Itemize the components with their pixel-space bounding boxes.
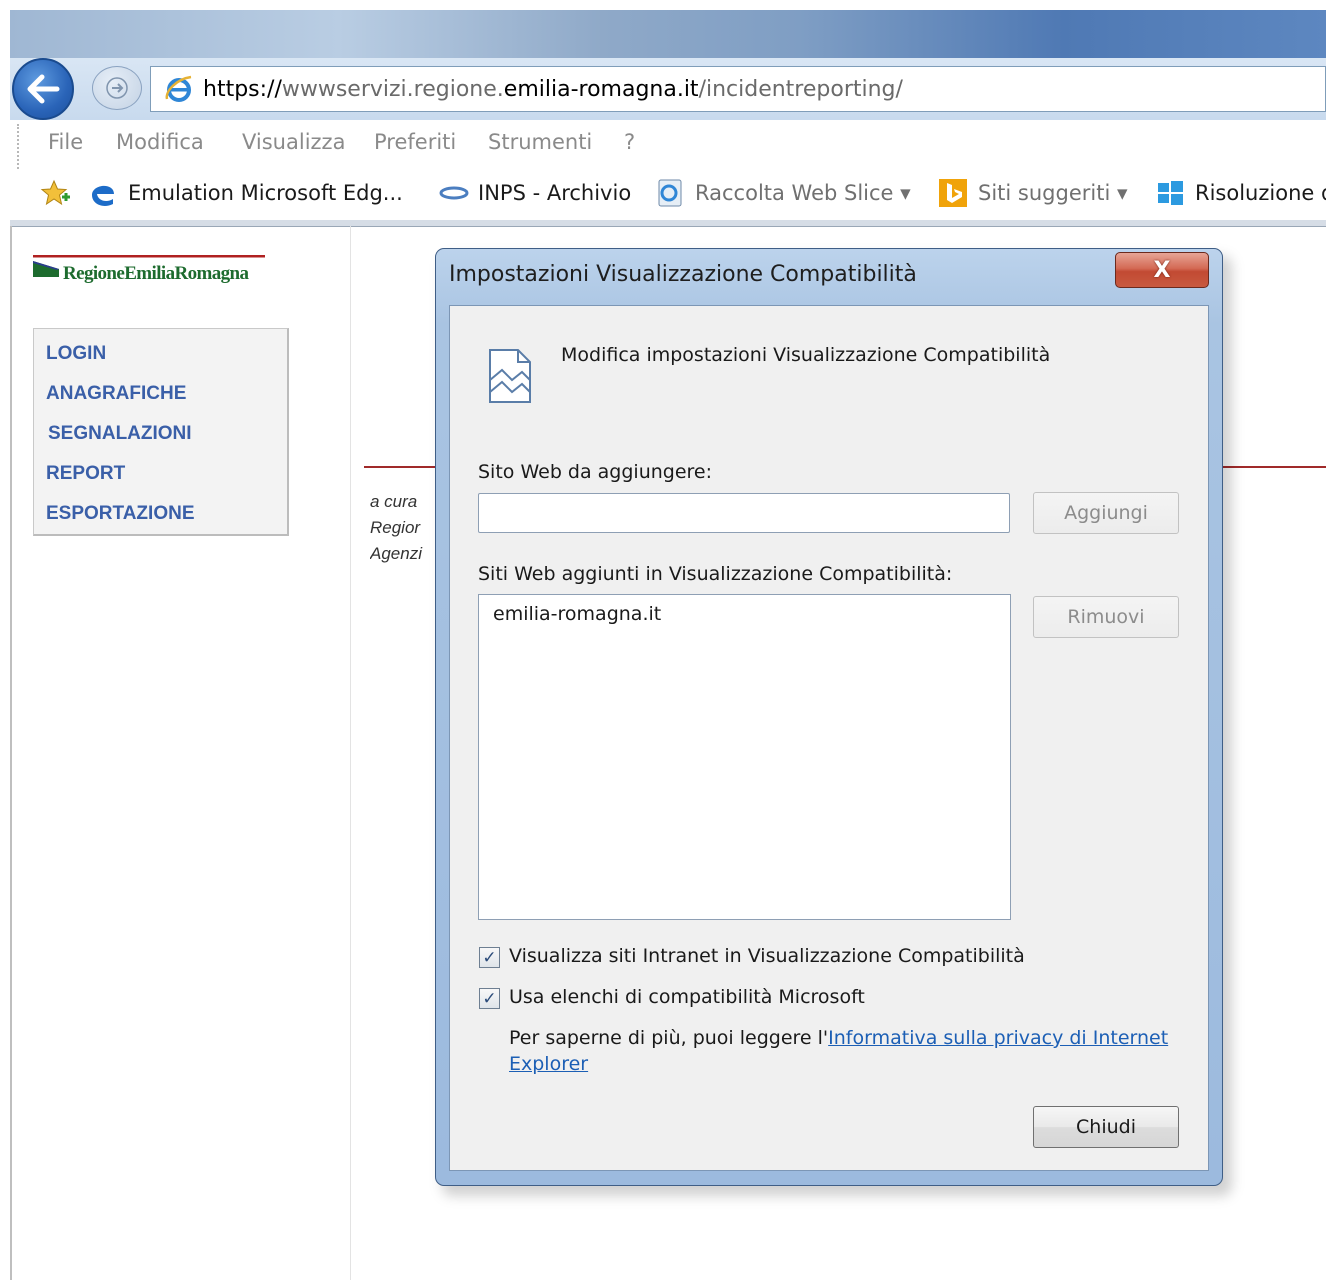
- svg-text:RegioneEmiliaRomagna: RegioneEmiliaRomagna: [63, 263, 249, 284]
- credit-line: a cura: [370, 492, 418, 511]
- favorite-web-slice-gallery[interactable]: Raccolta Web Slice ▾: [655, 178, 911, 208]
- favorite-label: Risoluzione d: [1195, 181, 1326, 205]
- window-title-bar: [10, 10, 1326, 65]
- nav-login[interactable]: LOGIN: [46, 343, 106, 365]
- favorite-troubleshooting[interactable]: Risoluzione d: [1155, 178, 1326, 208]
- back-button[interactable]: [12, 58, 74, 120]
- url-path: /incidentreporting/: [698, 76, 903, 102]
- favorites-star-button[interactable]: [40, 178, 72, 208]
- privacy-link-continued[interactable]: Explorer: [509, 1053, 588, 1075]
- favorite-label: Siti suggeriti ▾: [978, 181, 1128, 205]
- link-icon: [439, 186, 469, 200]
- forward-button[interactable]: [92, 66, 142, 110]
- menu-help[interactable]: ?: [624, 130, 635, 154]
- checkmark-icon: ✓: [482, 988, 497, 1009]
- url-domain: emilia-romagna.it: [503, 76, 699, 102]
- dialog-heading: Modifica impostazioni Visualizzazione Co…: [561, 344, 1051, 366]
- microsoft-lists-checkbox-label[interactable]: Usa elenchi di compatibilità Microsoft: [509, 986, 865, 1008]
- dialog-title: Impostazioni Visualizzazione Compatibili…: [449, 262, 917, 287]
- dialog-close-button[interactable]: X: [1115, 252, 1209, 288]
- address-bar[interactable]: https://wwwservizi.regione. emilia-romagn…: [150, 66, 1326, 112]
- menu-modifica[interactable]: Modifica: [116, 130, 204, 154]
- menu-file[interactable]: File: [48, 130, 83, 154]
- close-button[interactable]: Chiudi: [1033, 1106, 1179, 1148]
- add-button[interactable]: Aggiungi: [1033, 492, 1179, 534]
- compatibility-view-icon: [489, 349, 531, 403]
- add-favorite-star-icon: [40, 179, 70, 206]
- menu-preferiti[interactable]: Preferiti: [374, 130, 456, 154]
- credit-line: Agenzi: [370, 544, 422, 563]
- back-arrow-icon: [27, 74, 60, 104]
- toolbar-separator: [10, 220, 1326, 227]
- column-divider: [350, 226, 351, 1280]
- web-slice-icon: [658, 179, 682, 207]
- menu-strumenti[interactable]: Strumenti: [488, 130, 592, 154]
- microsoft-lists-checkbox[interactable]: ✓: [479, 988, 500, 1009]
- nav-report[interactable]: REPORT: [46, 463, 125, 485]
- forward-arrow-icon: [106, 77, 128, 99]
- list-item[interactable]: emilia-romagna.it: [493, 603, 661, 625]
- menu-visualizza[interactable]: Visualizza: [242, 130, 345, 154]
- favorite-label: INPS - Archivio: [478, 181, 632, 205]
- menu-bar: [10, 122, 1326, 170]
- header-rule: [364, 466, 444, 468]
- privacy-info-text: Per saperne di più, puoi leggere l'Infor…: [509, 1027, 1168, 1049]
- favorite-label: Emulation Microsoft Edg...: [128, 181, 403, 205]
- edge-icon: [92, 185, 114, 206]
- internet-explorer-icon: [165, 75, 192, 102]
- favorite-emulation-edge[interactable]: Emulation Microsoft Edg...: [88, 178, 403, 208]
- url-subdomain: wwwservizi.regione.: [281, 76, 504, 102]
- site-to-add-label: Sito Web da aggiungere:: [478, 461, 713, 483]
- intranet-checkbox[interactable]: ✓: [479, 947, 500, 968]
- privacy-link[interactable]: Informativa sulla privacy di Internet: [828, 1027, 1168, 1049]
- url-scheme: https://: [203, 76, 282, 102]
- checkmark-icon: ✓: [482, 947, 497, 968]
- nav-anagrafiche[interactable]: ANAGRAFICHE: [46, 383, 186, 405]
- bing-icon: [939, 179, 967, 207]
- remove-button[interactable]: Rimuovi: [1033, 596, 1179, 638]
- intranet-checkbox-label[interactable]: Visualizza siti Intranet in Visualizzazi…: [509, 945, 1025, 967]
- nav-segnalazioni[interactable]: SEGNALAZIONI: [48, 423, 192, 445]
- regione-emilia-romagna-logo: RegioneEmiliaRomagna: [33, 255, 265, 284]
- credit-line: Regior: [370, 518, 421, 537]
- windows-icon: [1158, 181, 1183, 205]
- page-border: [10, 226, 12, 1280]
- privacy-info-prefix: Per saperne di più, puoi leggere l': [509, 1027, 829, 1049]
- site-to-add-input[interactable]: [478, 493, 1010, 533]
- added-sites-label: Siti Web aggiunti in Visualizzazione Com…: [478, 563, 953, 585]
- favorite-label: Raccolta Web Slice ▾: [695, 181, 911, 205]
- close-icon: X: [1153, 257, 1171, 283]
- added-sites-list[interactable]: [478, 594, 1011, 920]
- favorite-inps-archivio[interactable]: INPS - Archivio: [438, 178, 631, 208]
- nav-esportazione[interactable]: ESPORTAZIONE: [46, 503, 195, 525]
- favorite-suggested-sites[interactable]: Siti suggeriti ▾: [938, 178, 1128, 208]
